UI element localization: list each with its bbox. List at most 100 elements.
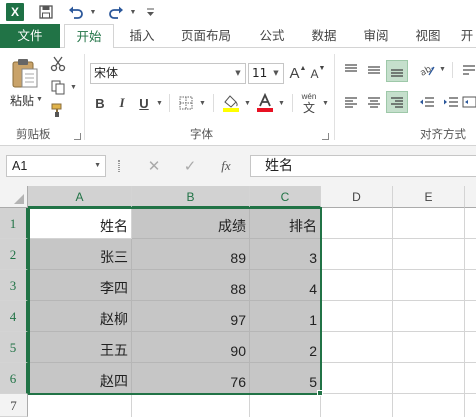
shrink-font-button[interactable]: A ▼ [310, 63, 326, 84]
gridline [321, 238, 476, 239]
gridline [320, 394, 321, 417]
fill-color-icon[interactable] [220, 92, 242, 114]
row-header-6[interactable]: 6 [0, 363, 28, 394]
row-header-4[interactable]: 4 [0, 301, 28, 332]
insert-function-button[interactable]: fx [212, 156, 240, 176]
bottom-align-icon[interactable] [386, 60, 408, 82]
name-box-dropdown-icon[interactable]: ▼ [94, 156, 101, 176]
column-header-a[interactable]: A [28, 186, 132, 208]
name-box-value: A1 [12, 159, 28, 173]
paste-dropdown-icon[interactable]: ▼ [36, 96, 43, 103]
font-name-combo[interactable]: 宋体 ▼ [90, 63, 246, 84]
paste-label[interactable]: 粘贴 [10, 92, 34, 109]
gridline [392, 208, 393, 417]
divider [452, 62, 453, 78]
cut-icon[interactable] [48, 54, 68, 74]
font-name-value: 宋体 [94, 66, 119, 80]
increase-indent-icon[interactable] [440, 92, 462, 112]
font-size-combo[interactable]: 11 ▼ [248, 63, 284, 84]
tab-insert[interactable]: 插入 [122, 24, 162, 48]
merge-center-icon[interactable] [462, 92, 476, 112]
column-header-d[interactable]: D [321, 186, 393, 208]
tab-file[interactable]: 文件 [0, 24, 60, 48]
borders-icon[interactable] [176, 94, 196, 112]
font-name-dropdown-icon[interactable]: ▼ [231, 64, 245, 83]
font-size-dropdown-icon[interactable]: ▼ [269, 64, 283, 83]
top-align-icon[interactable] [340, 60, 362, 80]
copy-dropdown-icon[interactable]: ▼ [70, 84, 77, 91]
align-center-icon[interactable] [363, 92, 385, 112]
row-header-3[interactable]: 3 [0, 270, 28, 301]
fill-color-dropdown-icon[interactable]: ▼ [244, 100, 251, 107]
formula-bar: A1 ▼ ✕ ✓ fx 姓名 [0, 146, 476, 186]
redo-icon[interactable] [106, 2, 126, 22]
enter-icon[interactable]: ✓ [176, 156, 204, 176]
tab-home[interactable]: 开始 [64, 24, 114, 49]
font-color-icon[interactable] [254, 92, 276, 114]
orientation-icon[interactable]: ab [416, 60, 438, 80]
undo-dropdown-icon[interactable]: ▼ [88, 2, 98, 22]
copy-icon[interactable] [48, 77, 68, 97]
row-header-1[interactable]: 1 [0, 208, 28, 239]
column-header-b[interactable]: B [132, 186, 250, 208]
ribbon: 粘贴 ▼ ▼ 剪贴板 宋体 ▼ 11 ▼ A ▲ A ▼ B I U ▼ ▼ ▼ ▼… [0, 48, 476, 146]
column-header-f[interactable] [465, 186, 476, 208]
gridline [321, 331, 476, 332]
column-header-e[interactable]: E [393, 186, 465, 208]
row-header-5[interactable]: 5 [0, 332, 28, 363]
clipboard-launcher-icon[interactable] [74, 133, 81, 140]
ribbon-tabs: 文件 开始 插入 页面布局 公式 数据 审阅 视图 开 [0, 24, 476, 49]
borders-dropdown-icon[interactable]: ▼ [199, 100, 206, 107]
align-left-icon[interactable] [340, 92, 362, 112]
format-painter-icon[interactable] [48, 100, 68, 120]
decrease-indent-icon[interactable] [416, 92, 438, 112]
redo-dropdown-icon[interactable]: ▼ [128, 2, 138, 22]
gridline [321, 269, 476, 270]
row-header-7[interactable]: 7 [0, 394, 28, 417]
undo-icon[interactable] [66, 2, 86, 22]
alignment-group-label: 对齐方式 [420, 127, 466, 141]
gridline [464, 208, 465, 417]
clipboard-group-label: 剪贴板 [16, 127, 51, 141]
wrap-text-icon[interactable] [460, 60, 476, 80]
font-group-label: 字体 [190, 127, 213, 141]
tab-page-layout[interactable]: 页面布局 [174, 24, 238, 48]
font-color-dropdown-icon[interactable]: ▼ [278, 100, 285, 107]
name-box[interactable]: A1 ▼ [6, 155, 106, 177]
grow-font-button[interactable]: A ▲ [290, 63, 307, 84]
row-header-2[interactable]: 2 [0, 239, 28, 270]
quick-access-toolbar: X ▼ ▼ [0, 0, 476, 24]
cancel-icon[interactable]: ✕ [140, 156, 168, 176]
paste-icon[interactable] [8, 56, 42, 90]
phonetic-guide-button[interactable]: wén 文 [298, 90, 320, 116]
orientation-dropdown-icon[interactable]: ▼ [439, 66, 446, 73]
tab-formulas[interactable]: 公式 [252, 24, 292, 48]
font-launcher-icon[interactable] [322, 133, 329, 140]
divider [213, 94, 214, 112]
align-right-icon[interactable] [386, 91, 408, 113]
save-icon[interactable] [36, 2, 56, 22]
formula-bar-grip[interactable] [118, 160, 120, 172]
excel-logo-icon: X [6, 3, 24, 21]
bold-button[interactable]: B [92, 94, 108, 112]
gridline [321, 362, 476, 363]
group-separator [84, 54, 85, 140]
formula-input[interactable]: 姓名 [250, 155, 476, 177]
phonetic-dropdown-icon[interactable]: ▼ [322, 100, 329, 107]
group-separator [334, 54, 335, 140]
italic-button[interactable]: I [114, 94, 130, 112]
worksheet-grid: A B C D E 1 2 3 4 5 6 7 姓名 成绩 排名 张三 89 3… [0, 186, 476, 417]
underline-dropdown-icon[interactable]: ▼ [156, 100, 163, 107]
column-header-c[interactable]: C [250, 186, 321, 208]
divider [169, 94, 170, 112]
fill-handle[interactable] [317, 390, 323, 396]
select-all-button[interactable] [0, 186, 28, 208]
tab-view[interactable]: 视图 [408, 24, 448, 48]
middle-align-icon[interactable] [363, 60, 385, 80]
underline-button[interactable]: U [136, 94, 152, 112]
gridline [131, 394, 132, 417]
tab-data[interactable]: 数据 [304, 24, 344, 48]
customize-qat-icon[interactable] [144, 2, 156, 22]
tab-developer[interactable]: 开 [458, 24, 476, 48]
tab-review[interactable]: 审阅 [356, 24, 396, 48]
